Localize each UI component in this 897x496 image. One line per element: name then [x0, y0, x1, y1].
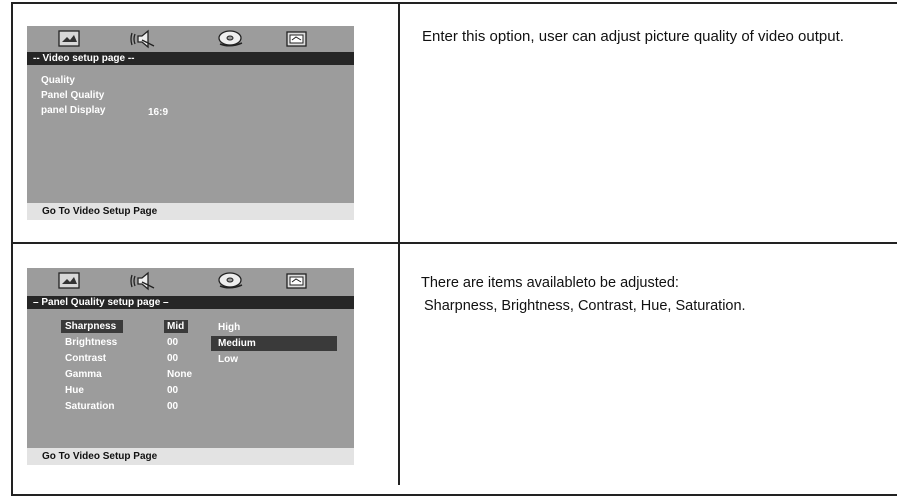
preferences-icon[interactable] — [282, 29, 312, 49]
menu-item-sharpness[interactable]: Sharpness — [65, 320, 116, 333]
saturation-value: 00 — [167, 401, 179, 412]
option-low[interactable]: Low — [218, 353, 238, 366]
row-divider — [11, 242, 897, 244]
picture-icon[interactable] — [55, 29, 85, 49]
menu-title: – Panel Quality setup page – — [27, 296, 354, 309]
menu-item-panel-display[interactable]: panel Display — [41, 104, 105, 117]
row2-description-line1: There are items availableto be adjusted: — [421, 275, 679, 291]
option-medium[interactable]: Medium — [218, 337, 256, 350]
menu-item-panel-quality[interactable]: Panel Quality — [41, 89, 104, 102]
menu-item-gamma[interactable]: Gamma — [65, 368, 102, 381]
audio-icon[interactable] — [128, 29, 158, 49]
menu-title: -- Video setup page -- — [27, 52, 354, 65]
menu-item-saturation[interactable]: Saturation — [65, 400, 114, 413]
preferences-icon[interactable] — [282, 271, 312, 291]
hue-value: 00 — [167, 385, 179, 396]
panel-quality-screen: – Panel Quality setup page – Sharpness B… — [27, 268, 354, 465]
picture-icon[interactable] — [55, 271, 85, 291]
audio-icon[interactable] — [128, 271, 158, 291]
contrast-value: 00 — [167, 353, 179, 364]
menu-footer[interactable]: Go To Video Setup Page — [27, 448, 354, 465]
row1-description: Enter this option, user can adjust pictu… — [422, 28, 844, 45]
row2-description-line2: Sharpness, Brightness, Contrast, Hue, Sa… — [424, 298, 746, 314]
menu-item-quality[interactable]: Quality — [41, 74, 75, 87]
menu-icon-bar — [27, 26, 354, 52]
option-high[interactable]: High — [218, 321, 240, 334]
menu-icon-bar — [27, 268, 354, 294]
menu-item-panel-display-value: 16:9 — [148, 107, 169, 118]
menu-footer[interactable]: Go To Video Setup Page — [27, 203, 354, 220]
disc-icon[interactable] — [215, 271, 245, 291]
brightness-value: 00 — [167, 337, 179, 348]
sharpness-value: Mid — [167, 321, 185, 332]
menu-item-hue[interactable]: Hue — [65, 384, 84, 397]
menu-item-brightness[interactable]: Brightness — [65, 336, 117, 349]
gamma-value: None — [167, 369, 192, 380]
menu-item-contrast[interactable]: Contrast — [65, 352, 106, 365]
video-setup-screen: -- Video setup page -- Quality Panel Qua… — [27, 26, 354, 220]
disc-icon[interactable] — [215, 29, 245, 49]
